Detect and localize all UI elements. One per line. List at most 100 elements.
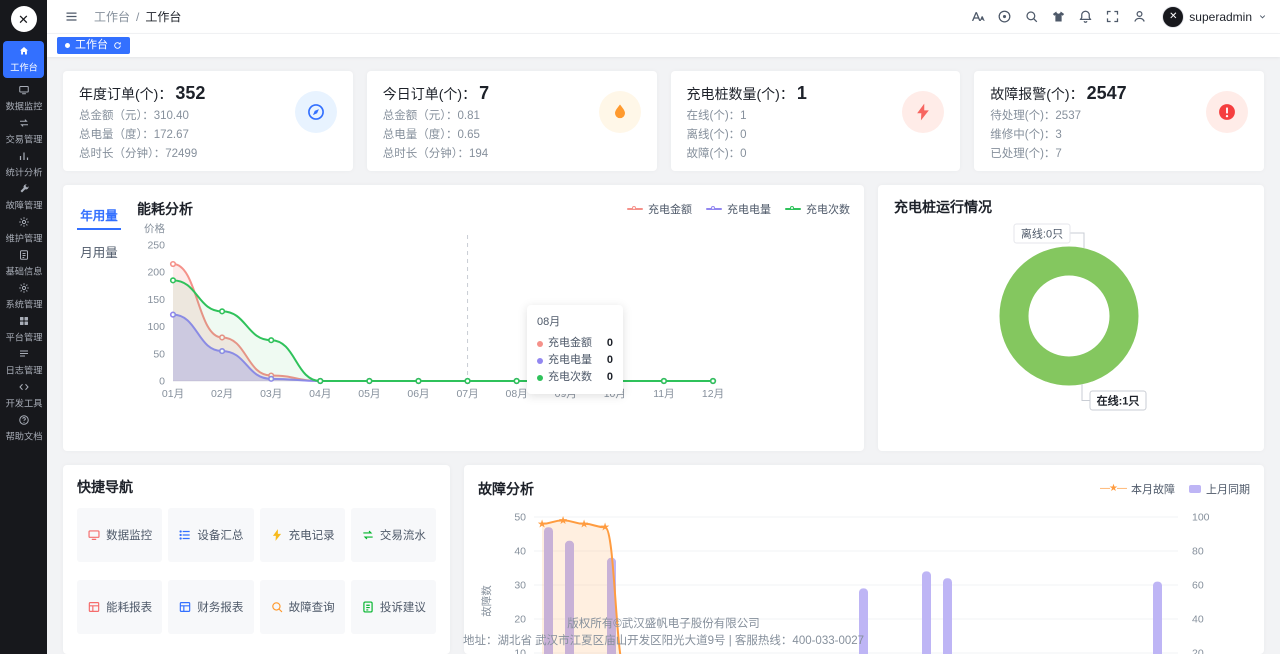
font-size-icon[interactable] xyxy=(965,4,990,29)
sidebar-item-transaction-mgmt[interactable]: 交易管理 xyxy=(3,115,44,148)
energy-chart-title: 能耗分析 xyxy=(137,199,193,219)
legend-item-series-1[interactable]: 充电电量 xyxy=(706,201,771,217)
svg-text:07月: 07月 xyxy=(456,388,478,400)
fullscreen-icon[interactable] xyxy=(1100,4,1125,29)
svg-text:故障数: 故障数 xyxy=(480,585,493,617)
svg-text:0: 0 xyxy=(159,376,165,388)
energy-range-tab-month[interactable]: 月用量 xyxy=(77,242,121,267)
legend-marker xyxy=(1189,485,1201,493)
breadcrumb-root[interactable]: 工作台 xyxy=(94,8,130,25)
sidebar-item-label: 故障管理 xyxy=(5,198,42,212)
fault-line-series: ★★★★★ xyxy=(537,515,1172,654)
stat-card-line: 离线(个)：0 xyxy=(687,126,807,145)
app-logo[interactable]: ✕ xyxy=(11,6,37,32)
svg-text:08月: 08月 xyxy=(506,388,528,400)
quick-nav-energy-report[interactable]: 能耗报表 xyxy=(77,580,162,634)
sidebar-item-label: 平台管理 xyxy=(5,330,42,344)
quick-nav-transaction-flow[interactable]: 交易流水 xyxy=(351,508,436,562)
bar-day-20 xyxy=(943,578,952,654)
online-label: 在线:1只 xyxy=(1090,391,1146,410)
offline-label-connector xyxy=(1070,233,1084,248)
energy-series-2 xyxy=(171,278,716,383)
sidebar-item-data-monitoring[interactable]: 数据监控 xyxy=(3,82,44,115)
stat-card-line: 总电量（度）：0.65 xyxy=(383,126,489,145)
star-marker: ★ xyxy=(537,518,547,530)
online-label-connector xyxy=(1082,384,1090,401)
sidebar-item-help-docs[interactable]: 帮助文档 xyxy=(3,412,44,445)
quick-nav-device-summary[interactable]: 设备汇总 xyxy=(168,508,253,562)
user-menu[interactable]: ✕ superadmin xyxy=(1162,6,1268,28)
sidebar-item-statistics-analysis[interactable]: 统计分析 xyxy=(3,148,44,181)
legend-item-fault-line[interactable]: —★—本月故障 xyxy=(1100,481,1175,497)
dev-tools-icon xyxy=(18,381,30,393)
fault-chart-title: 故障分析 xyxy=(478,479,534,499)
charts-row: 年用量月用量 能耗分析 充电金额 充电电量 充电次数 0501001502002… xyxy=(63,185,1264,451)
quick-nav-label: 财务报表 xyxy=(197,599,243,615)
bell-icon[interactable] xyxy=(1073,4,1098,29)
svg-text:02月: 02月 xyxy=(211,388,233,400)
stat-card-line: 总电量（度）：172.67 xyxy=(79,126,205,145)
sidebar-item-basic-info[interactable]: 基础信息 xyxy=(3,247,44,280)
bar-day-19 xyxy=(922,571,931,654)
quick-nav-label: 能耗报表 xyxy=(106,599,152,615)
record-icon[interactable] xyxy=(992,4,1017,29)
profile-icon[interactable] xyxy=(1127,4,1152,29)
exchange-icon xyxy=(361,528,375,542)
stat-card-2: 充电桩数量(个)：1 在线(个)：1离线(个)：0故障(个)：0 xyxy=(671,71,961,171)
energy-range-tabs: 年用量月用量 xyxy=(77,197,137,439)
stat-card-line: 总时长（分钟）：72499 xyxy=(79,145,205,164)
quick-nav-fault-query[interactable]: 故障查询 xyxy=(260,580,345,634)
breadcrumb: 工作台 / 工作台 xyxy=(94,8,181,25)
app-root: ✕ 工作台 数据监控 交易管理 统计分析 故障管理 维护管理 基础信息 系统管理… xyxy=(0,0,1280,654)
stat-card-line: 维修中(个)：3 xyxy=(990,126,1126,145)
stat-card-value: 2547 xyxy=(1087,83,1127,103)
svg-text:250: 250 xyxy=(147,240,165,252)
theme-icon[interactable] xyxy=(1046,4,1071,29)
tab-label: 工作台 xyxy=(75,39,108,52)
sidebar-item-platform-mgmt[interactable]: 平台管理 xyxy=(3,313,44,346)
svg-text:20: 20 xyxy=(1192,648,1204,654)
svg-text:50: 50 xyxy=(153,348,165,360)
stat-card-line: 总时长（分钟）：194 xyxy=(383,145,489,164)
quick-nav-finance-report[interactable]: 财务报表 xyxy=(168,580,253,634)
tab-bar: 工作台 xyxy=(47,34,1280,57)
sidebar-item-log-mgmt[interactable]: 日志管理 xyxy=(3,346,44,379)
tab-workbench[interactable]: 工作台 xyxy=(57,37,130,54)
fault-chart-svg[interactable]: 50 40 30 20 10 0100806040200故障数★★★★★ xyxy=(478,501,1250,654)
svg-text:11月: 11月 xyxy=(653,388,674,400)
legend-item-series-2[interactable]: 充电次数 xyxy=(785,201,850,217)
refresh-icon[interactable] xyxy=(113,41,122,50)
droplet-icon xyxy=(599,91,641,133)
collapse-menu-icon[interactable] xyxy=(59,4,84,29)
energy-range-tab-year[interactable]: 年用量 xyxy=(77,205,121,230)
legend-item-series-0[interactable]: 充电金额 xyxy=(627,201,692,217)
sidebar-item-dev-tools[interactable]: 开发工具 xyxy=(3,379,44,412)
quick-nav-complaint-suggestion[interactable]: 投诉建议 xyxy=(351,580,436,634)
stat-card-title: 年度订单(个)：352 xyxy=(79,83,205,104)
svg-text:12月: 12月 xyxy=(702,388,724,400)
search-icon[interactable] xyxy=(1019,4,1044,29)
pile-status-donut-svg[interactable]: 离线:0只 在线:1只 xyxy=(894,221,1248,421)
quick-nav-data-monitoring[interactable]: 数据监控 xyxy=(77,508,162,562)
svg-text:10月: 10月 xyxy=(604,388,626,400)
sidebar-item-maintenance-mgmt[interactable]: 维护管理 xyxy=(3,214,44,247)
sidebar-item-system-mgmt[interactable]: 系统管理 xyxy=(3,280,44,313)
breadcrumb-separator: / xyxy=(136,10,139,24)
search-icon xyxy=(270,600,284,614)
table-icon xyxy=(178,600,192,614)
sidebar-item-label: 开发工具 xyxy=(5,396,42,410)
svg-text:10: 10 xyxy=(514,648,526,654)
fault-chart-legend: —★—本月故障 上月同期 xyxy=(1100,481,1250,497)
stat-card-line: 总金额（元）：0.81 xyxy=(383,107,489,126)
header-icon-group xyxy=(965,4,1152,29)
stat-card-value: 1 xyxy=(797,83,807,103)
bar-day-30 xyxy=(1153,582,1162,654)
stat-cards-row: 年度订单(个)：352 总金额（元）：310.40总电量（度）：172.67总时… xyxy=(63,71,1264,171)
quick-nav-charging-records[interactable]: 充电记录 xyxy=(260,508,345,562)
system-mgmt-icon xyxy=(18,282,30,294)
sidebar-item-workbench[interactable]: 工作台 xyxy=(3,41,44,78)
sidebar-item-fault-mgmt[interactable]: 故障管理 xyxy=(3,181,44,214)
workbench-icon xyxy=(18,45,30,57)
energy-chart-svg[interactable]: 050100150200250价格01月02月03月04月05月06月07月08… xyxy=(137,221,737,421)
legend-item-fault-bar[interactable]: 上月同期 xyxy=(1189,481,1250,497)
